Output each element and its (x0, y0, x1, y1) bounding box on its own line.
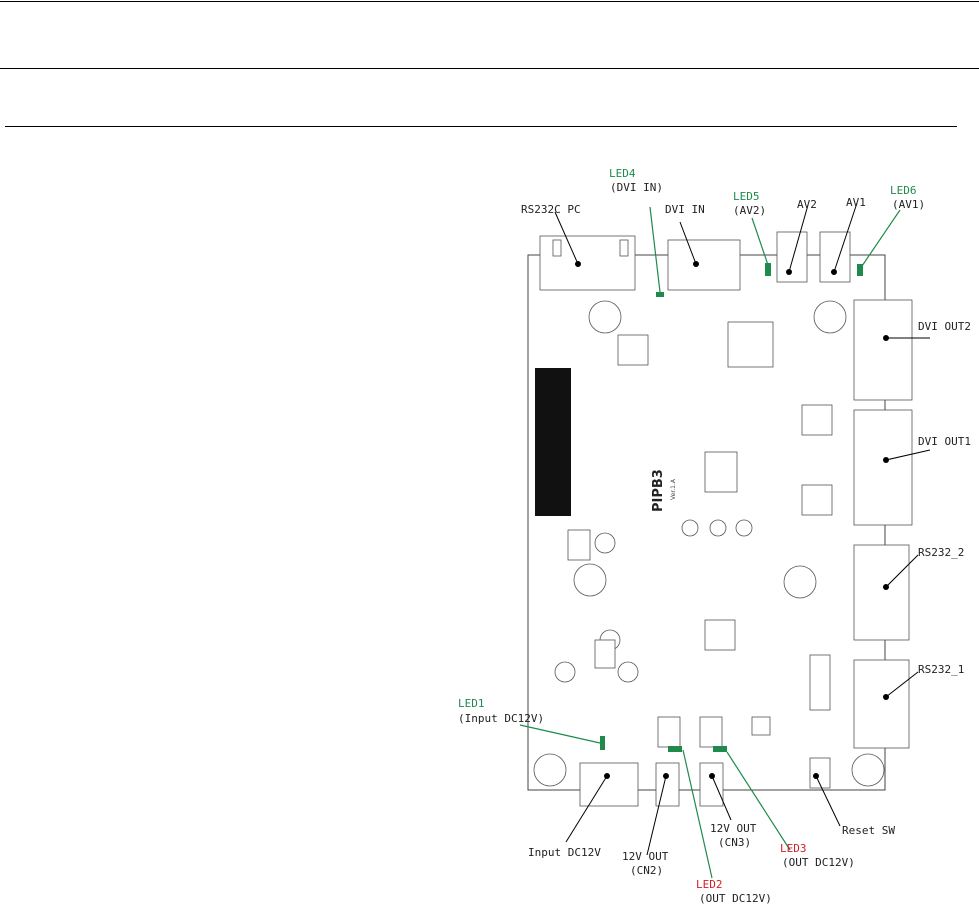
label-dvi-out1: DVI OUT1 (918, 435, 971, 448)
led4-indicator (656, 292, 664, 297)
label-cn2: (CN2) (630, 864, 663, 877)
label-led3-desc: (OUT DC12V) (782, 856, 855, 869)
label-led2: LED2 (696, 878, 723, 891)
board-version: Ver.1.A (670, 478, 677, 500)
pcb-board: PIPB3 Ver.1.A (527, 231, 913, 807)
label-led1-desc: (Input DC12V) (458, 712, 544, 725)
label-led6: LED6 (890, 184, 917, 197)
label-reset-sw: Reset SW (842, 824, 895, 837)
cn3-connector (699, 762, 724, 807)
label-led5: LED5 (733, 190, 760, 203)
label-led5-desc: (AV2) (733, 204, 766, 217)
label-dvi-out2: DVI OUT2 (918, 320, 971, 333)
label-input-dc12v: Input DC12V (528, 846, 601, 859)
label-av1: AV1 (846, 196, 866, 209)
label-dvi-in: DVI IN (665, 203, 705, 216)
dvi-out1-connector (853, 409, 913, 526)
board-name: PIPB3 (651, 469, 666, 512)
label-led4-desc: (DVI IN) (610, 181, 663, 194)
label-led4: LED4 (609, 167, 636, 180)
dvi-out2-connector (853, 299, 913, 401)
led2-indicator (668, 746, 682, 752)
rs232-1-connector (853, 659, 910, 749)
label-12v-out-cn3: 12V OUT (710, 822, 757, 835)
label-cn3: (CN3) (718, 836, 751, 849)
dvi-in-connector (667, 239, 741, 291)
label-led6-desc: (AV1) (892, 198, 925, 211)
label-rs232-2: RS232_2 (918, 546, 964, 559)
label-rs232c-pc: RS232C PC (521, 203, 581, 216)
label-led2-desc: (OUT DC12V) (699, 892, 772, 905)
label-led1: LED1 (458, 697, 485, 710)
label-av2: AV2 (797, 198, 817, 211)
label-12v-out-cn2: 12V OUT (622, 850, 669, 863)
pcb-layout-diagram: PIPB3 Ver.1.A RS232C PC LED4 (DVI IN) DV… (458, 167, 971, 905)
led1-indicator (600, 736, 605, 750)
led3-indicator (713, 746, 727, 752)
rs232-2-connector (853, 544, 910, 641)
label-led3: LED3 (780, 842, 807, 855)
label-rs232-1: RS232_1 (918, 663, 964, 676)
input-dc12v-connector (579, 762, 639, 807)
av2-connector (776, 231, 808, 283)
black-module (535, 368, 571, 516)
cn2-connector (655, 762, 680, 807)
